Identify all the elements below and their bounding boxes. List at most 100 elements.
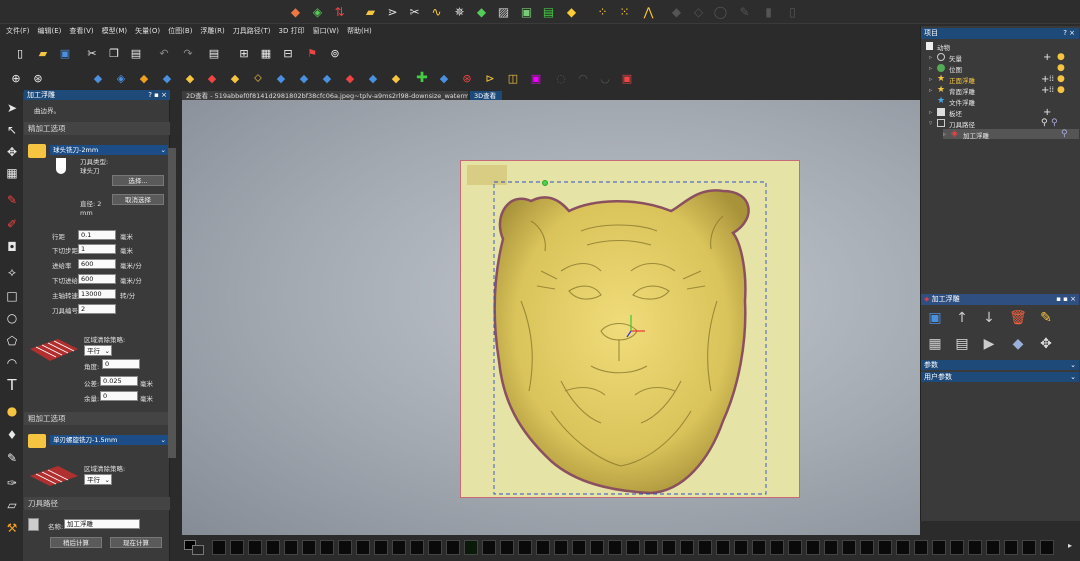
stepdown-field[interactable]: 1 <box>78 244 116 254</box>
relief-icon[interactable]: ◆ <box>319 70 335 86</box>
select-box-icon[interactable]: ▣ <box>528 70 544 86</box>
menu-window[interactable]: 窗口(W) <box>313 26 339 36</box>
menu-edit[interactable]: 编辑(E) <box>38 26 62 36</box>
tree-item-toolpaths[interactable]: 刀具路径 <box>949 119 975 129</box>
finish-section-header[interactable]: 精加工选项 <box>24 122 170 135</box>
relief-icon[interactable]: ◆ <box>365 70 381 86</box>
eraser-icon[interactable]: ▱ <box>4 497 20 513</box>
rough-tool-selector[interactable]: 单刃螺旋铣刀-1.5mm ⌄ <box>50 435 168 445</box>
palette-swatch[interactable] <box>752 540 766 555</box>
star-icon[interactable]: ✵ <box>451 3 468 20</box>
user-params-section[interactable]: 用户参数 ⌄ <box>921 372 1079 382</box>
transform-icon[interactable]: ✥ <box>4 144 20 160</box>
menu-model[interactable]: 模型(M) <box>102 26 128 36</box>
menu-toolpath[interactable]: 刀具路径(T) <box>233 26 271 36</box>
material-block[interactable] <box>460 160 800 498</box>
tree-item-machine-relief[interactable]: 加工浮雕 <box>963 130 989 140</box>
grid-select-icon[interactable]: ▦ <box>4 165 20 181</box>
palette-swatch[interactable] <box>572 540 586 555</box>
flag-icon[interactable]: ⚑ <box>304 45 320 61</box>
calculate-now-button[interactable]: 现在计算 <box>110 537 162 548</box>
visibility-bulb-icon[interactable]: ● <box>1057 85 1065 95</box>
palette-swatch[interactable] <box>968 540 982 555</box>
add-vector-icon[interactable]: + <box>1043 52 1051 63</box>
palette-swatch[interactable] <box>320 540 334 555</box>
grid-icon[interactable]: ▦ <box>258 45 274 61</box>
hammer-icon[interactable]: ⚒ <box>4 520 20 536</box>
paste-icon[interactable]: ▤ <box>540 3 557 20</box>
curve-icon[interactable]: ∿ <box>428 3 445 20</box>
grid-icon[interactable]: ⁞⁞ <box>1049 74 1054 83</box>
palette-swatch[interactable] <box>770 540 784 555</box>
relief-icon[interactable]: ◈ <box>113 70 129 86</box>
secondary-color-swatch[interactable] <box>192 545 204 555</box>
toolpath-section-header[interactable]: 刀具路径 <box>24 497 170 510</box>
palette-swatch[interactable] <box>230 540 244 555</box>
scale-icon[interactable]: ▨ <box>495 3 512 20</box>
tooth-icon[interactable]: ⚲ <box>1061 129 1068 139</box>
relief-icon[interactable]: ◆ <box>227 70 243 86</box>
palette-swatch[interactable] <box>986 540 1000 555</box>
rough-strategy-dropdown[interactable]: 平行 ⌄ <box>84 474 112 485</box>
palette-swatch[interactable] <box>896 540 910 555</box>
move-up-icon[interactable]: ↑ <box>954 310 970 326</box>
polygon-icon[interactable]: ⬠ <box>4 333 20 349</box>
left-panel-scrollbar[interactable] <box>168 148 176 458</box>
tree-item-file-relief[interactable]: 文件浮雕 <box>949 97 975 107</box>
help-icon[interactable]: ⊚ <box>327 45 343 61</box>
paste-icon[interactable]: ▤ <box>128 45 144 61</box>
relief-icon[interactable]: ◆ <box>136 70 152 86</box>
simulate-icon[interactable]: ◆ <box>1010 336 1026 352</box>
tree-item-back-relief[interactable]: 背面浮雕 <box>949 86 975 96</box>
palette-swatch[interactable] <box>482 540 496 555</box>
palette-swatch[interactable] <box>590 540 604 555</box>
palette-swatch[interactable] <box>302 540 316 555</box>
rectangle-icon[interactable]: □ <box>4 288 20 304</box>
toolpath-panel-controls[interactable]: ▪ ▪ × <box>1056 294 1076 305</box>
node-edit-icon[interactable]: ⋗ <box>384 3 401 20</box>
palette-swatch[interactable] <box>932 540 946 555</box>
palette-swatch[interactable] <box>806 540 820 555</box>
tree-item-sheets[interactable]: 板坯 <box>949 108 962 118</box>
visibility-bulb-icon[interactable]: ● <box>1057 63 1065 73</box>
relief-icon[interactable]: ◆ <box>273 70 289 86</box>
params-section[interactable]: 参数 ⌄ <box>921 360 1079 370</box>
palette-swatch[interactable] <box>860 540 874 555</box>
palette-swatch[interactable] <box>464 540 478 555</box>
palette-swatch[interactable] <box>914 540 928 555</box>
text-icon[interactable]: T <box>4 376 20 394</box>
relief-icon[interactable]: ◆ <box>436 70 452 86</box>
save-icon[interactable]: ▣ <box>57 45 73 61</box>
copy-icon[interactable]: ▣ <box>518 3 535 20</box>
folder-icon[interactable]: ▰ <box>362 3 379 20</box>
palette-swatch[interactable] <box>878 540 892 555</box>
plate-icon[interactable]: ◆ <box>563 3 580 20</box>
snap-icon[interactable]: ▣ <box>619 70 635 86</box>
palette-swatch[interactable] <box>446 540 460 555</box>
expand-arrow-icon[interactable]: ▹ <box>943 130 946 138</box>
palette-swatch[interactable] <box>392 540 406 555</box>
strategy-dropdown[interactable]: 平行 ⌄ <box>84 345 112 356</box>
palette-swatch[interactable] <box>716 540 730 555</box>
carve-icon[interactable]: ✑ <box>4 475 20 491</box>
open-folder-icon[interactable]: ▰ <box>35 45 51 61</box>
deselect-tool-button[interactable]: 取消选择 <box>112 194 164 205</box>
palette-swatch[interactable] <box>338 540 352 555</box>
mirror-icon[interactable]: ⊳ <box>482 70 498 86</box>
finish-tool-selector[interactable]: 球头铣刀-2mm ⌄ <box>50 145 168 155</box>
palette-swatch[interactable] <box>626 540 640 555</box>
menu-relief[interactable]: 浮雕(R) <box>200 26 224 36</box>
tiger-relief[interactable] <box>461 161 801 499</box>
expand-arrow-icon[interactable]: ▹ <box>929 64 932 72</box>
split-icon[interactable]: ◫ <box>505 70 521 86</box>
tree-item-root[interactable]: 动物 <box>937 42 950 52</box>
select-arrow-icon[interactable]: ➤ <box>4 100 20 116</box>
tree-item-bitmaps[interactable]: 位图 <box>949 64 962 74</box>
palette-swatch[interactable] <box>698 540 712 555</box>
menu-help[interactable]: 帮助(H) <box>347 26 372 36</box>
palette-swatch[interactable] <box>554 540 568 555</box>
palette-swatch[interactable] <box>1004 540 1018 555</box>
texture-icon[interactable]: ⊛ <box>459 70 475 86</box>
align-icon[interactable]: ⇅ <box>331 3 348 20</box>
palette-swatch[interactable] <box>950 540 964 555</box>
